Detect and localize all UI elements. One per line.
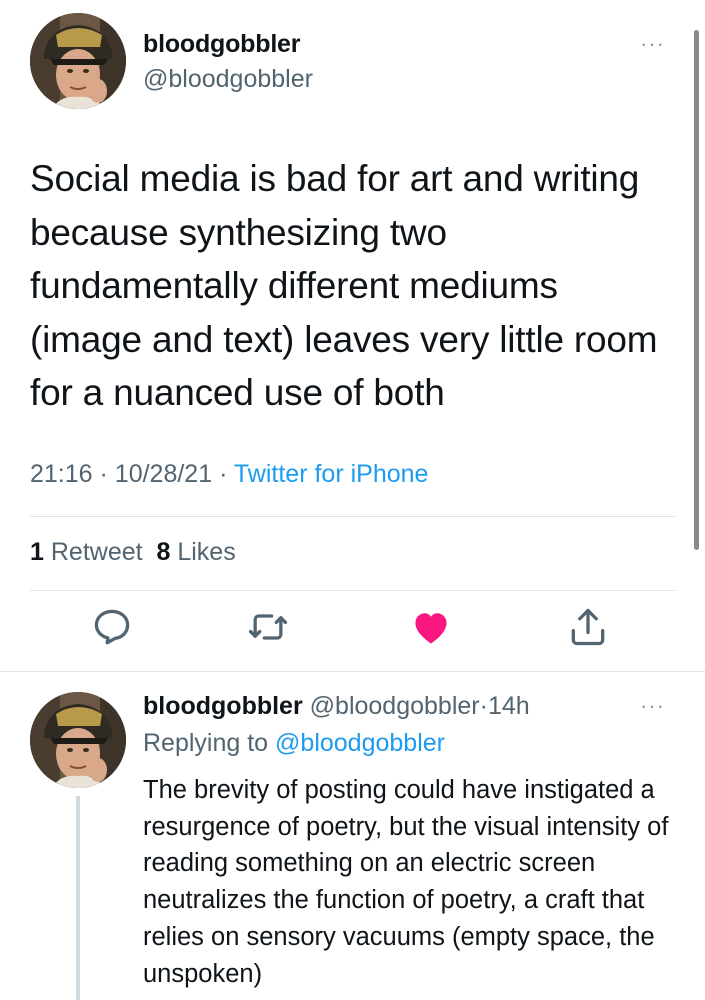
retweet-label: Retweet	[50, 538, 143, 566]
tweet-text: Social media is bad for art and writing …	[30, 158, 658, 413]
engagement-stats: 1 Retweet 8 Likes	[30, 538, 236, 567]
more-options-icon[interactable]: ···	[640, 695, 674, 717]
action-bar	[0, 605, 705, 659]
tweet-source-link[interactable]: Twitter for iPhone	[234, 460, 429, 488]
tweet-metadata: 21:16 · 10/28/21 · Twitter for iPhone	[30, 460, 428, 489]
user-handle[interactable]: @bloodgobbler	[310, 692, 480, 720]
tweet-time: 21:16	[30, 460, 93, 488]
thread-line	[76, 796, 80, 1000]
share-icon[interactable]	[566, 605, 610, 649]
avatar[interactable]	[30, 692, 126, 788]
likes-label: Likes	[177, 538, 236, 566]
retweet-count: 1	[30, 538, 44, 566]
divider	[30, 590, 675, 591]
heart-filled-icon[interactable]	[409, 605, 453, 649]
time-separator: ·	[479, 692, 488, 720]
tweet-date: 10/28/21	[114, 460, 213, 488]
reply-tweet[interactable]: bloodgobbler @bloodgobbler·14h ··· Reply…	[0, 672, 705, 1000]
reply-header: bloodgobbler @bloodgobbler·14h	[143, 692, 530, 721]
user-handle[interactable]: @bloodgobbler	[143, 65, 313, 94]
likes-stat[interactable]: 8 Likes	[156, 538, 235, 566]
replying-to: Replying to @bloodgobbler	[143, 729, 445, 758]
replying-prefix: Replying to	[143, 729, 269, 757]
reply-text: The brevity of posting could have instig…	[143, 776, 669, 988]
main-tweet: bloodgobbler @bloodgobbler ··· Social me…	[0, 0, 705, 672]
like-count: 8	[156, 538, 171, 566]
divider	[30, 516, 675, 517]
reply-icon[interactable]	[90, 605, 134, 649]
display-name[interactable]: bloodgobbler	[143, 692, 303, 720]
more-options-icon[interactable]: ···	[640, 33, 674, 55]
display-name[interactable]: bloodgobbler	[143, 30, 300, 59]
meta-separator: ·	[219, 460, 228, 488]
avatar[interactable]	[30, 13, 126, 109]
retweet-icon[interactable]	[246, 605, 290, 649]
tweet-time: 14h	[487, 692, 530, 720]
retweet-stat[interactable]: 1 Retweet	[30, 538, 143, 566]
meta-separator: ·	[99, 460, 108, 488]
replying-to-link[interactable]: @bloodgobbler	[275, 729, 445, 757]
